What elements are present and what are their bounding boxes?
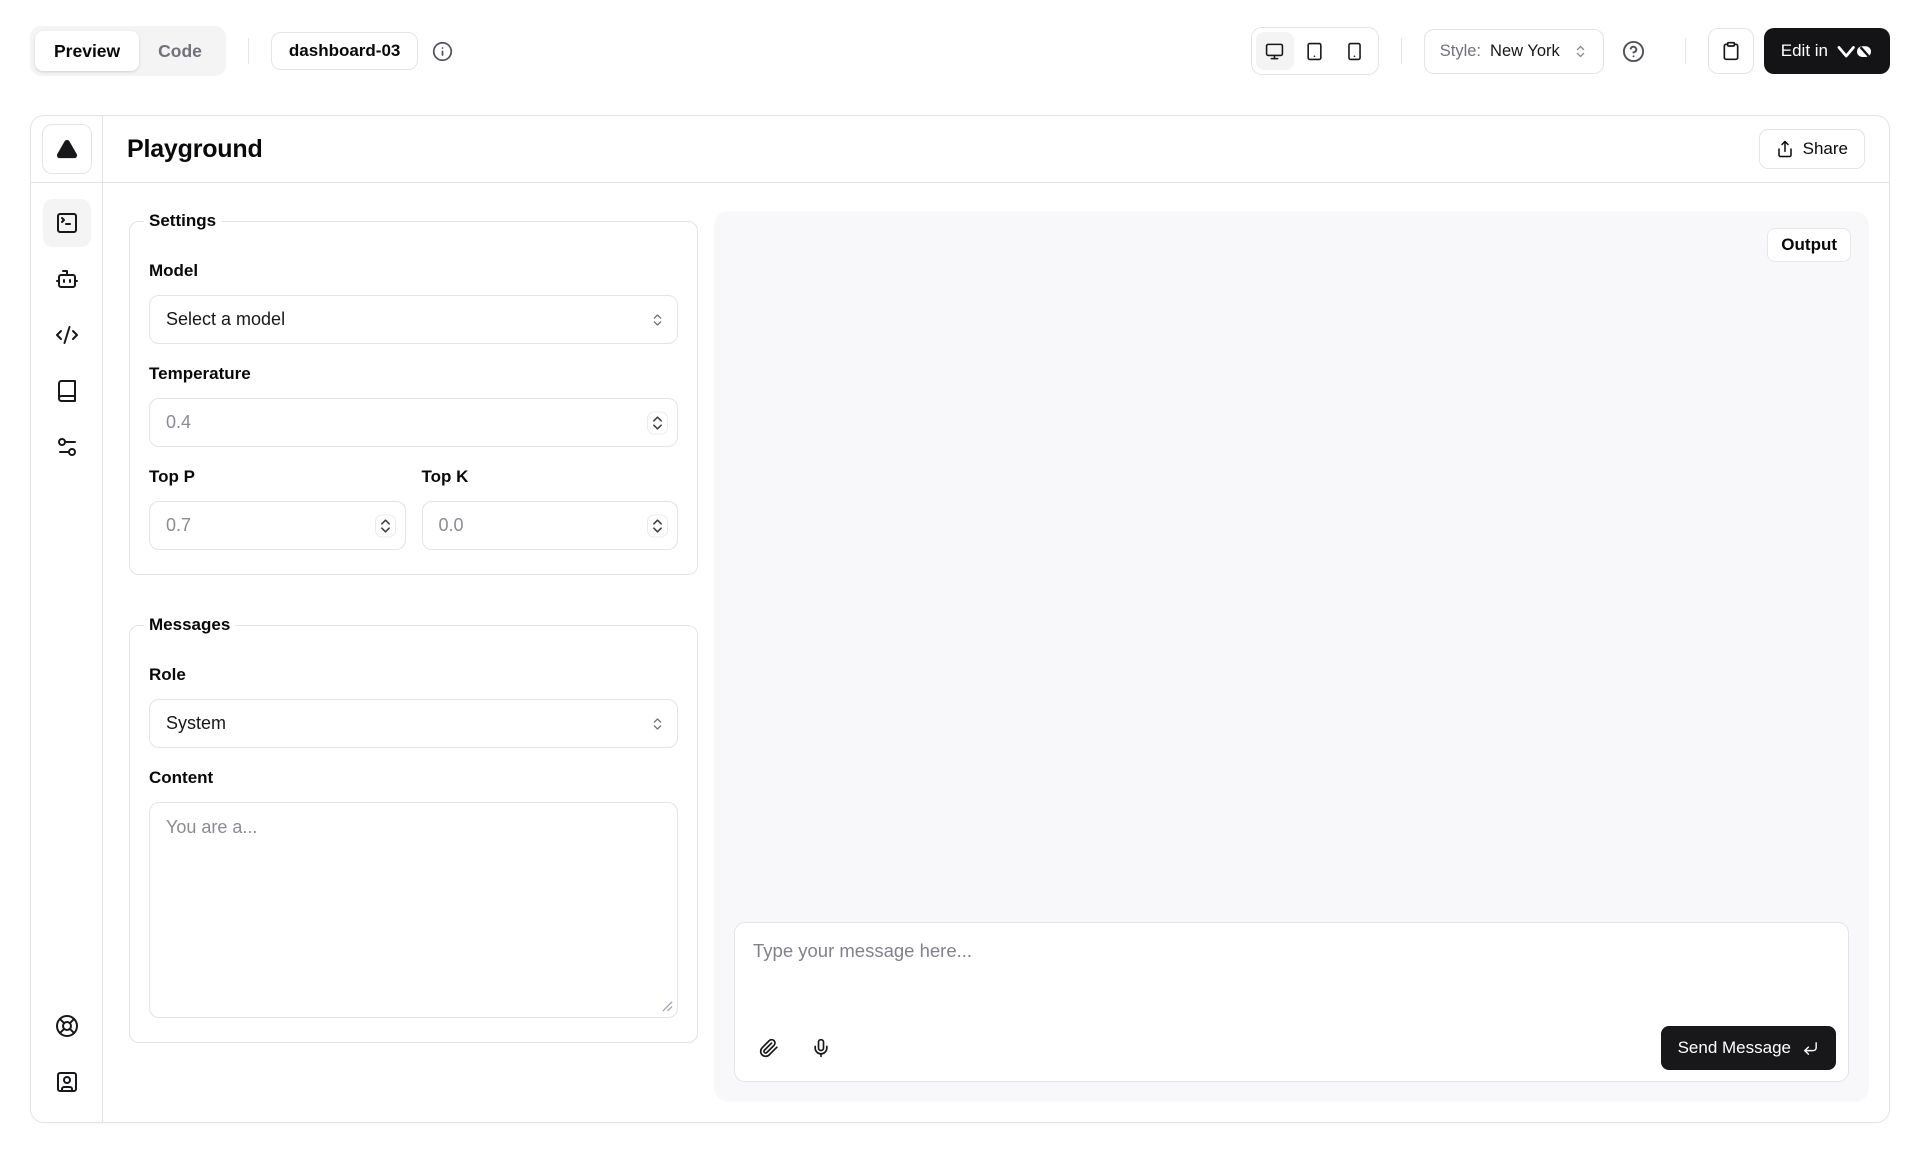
top-k-label: Top K	[422, 467, 679, 487]
life-buoy-icon	[55, 1014, 79, 1038]
chevrons-up-down-icon	[650, 312, 665, 327]
style-select-label: Style:	[1440, 42, 1481, 61]
mic-icon	[811, 1038, 831, 1058]
help-icon[interactable]	[1622, 40, 1645, 63]
role-select-value: System	[166, 713, 226, 734]
chat-message-input[interactable]	[735, 923, 1848, 1015]
copy-code-button[interactable]	[1708, 28, 1754, 74]
settings-sliders-icon	[55, 435, 79, 459]
settings-form: Settings Model Select a model Temperatur…	[129, 211, 698, 1102]
tablet-view-button[interactable]	[1296, 32, 1334, 70]
chat-form: Send Message	[734, 922, 1849, 1082]
send-message-label: Send Message	[1678, 1038, 1791, 1058]
sidebar-item-documentation[interactable]	[43, 367, 91, 415]
playground-app-card: Playground Share Settings Model Select a…	[30, 115, 1890, 1123]
top-p-input[interactable]	[149, 501, 406, 550]
content-textarea[interactable]	[149, 802, 678, 1018]
messages-legend: Messages	[144, 615, 235, 635]
chevrons-up-down-icon	[650, 716, 665, 731]
settings-legend: Settings	[144, 211, 221, 231]
sidebar-nav-bottom	[31, 1002, 102, 1122]
model-select-value: Select a model	[166, 309, 285, 330]
share-button-label: Share	[1803, 139, 1848, 159]
model-label: Model	[149, 261, 678, 281]
output-panel: Output Send Message	[714, 211, 1869, 1102]
tab-code[interactable]: Code	[139, 31, 221, 71]
edit-in-v0-button[interactable]: Edit in	[1764, 28, 1890, 74]
device-toggle-group	[1251, 27, 1379, 75]
output-badge: Output	[1767, 228, 1851, 262]
sidebar-item-api[interactable]	[43, 311, 91, 359]
sidebar-logo-section	[31, 116, 102, 183]
role-label: Role	[149, 665, 678, 685]
book-icon	[55, 379, 79, 403]
attach-file-button[interactable]	[747, 1026, 791, 1070]
microphone-button[interactable]	[799, 1026, 843, 1070]
sidebar-item-account[interactable]	[43, 1058, 91, 1106]
temperature-label: Temperature	[149, 364, 678, 384]
style-select[interactable]: Style: New York	[1424, 29, 1604, 74]
app-main: Settings Model Select a model Temperatur…	[103, 183, 1889, 1122]
share-button[interactable]: Share	[1759, 129, 1865, 169]
block-name-badge: dashboard-03	[271, 32, 418, 70]
send-message-button[interactable]: Send Message	[1661, 1026, 1836, 1070]
tablet-icon	[1305, 42, 1324, 61]
home-logo-button[interactable]	[42, 124, 92, 174]
number-stepper[interactable]	[647, 514, 668, 537]
model-select[interactable]: Select a model	[149, 295, 678, 344]
info-icon[interactable]	[432, 41, 453, 62]
divider	[1685, 38, 1686, 64]
v0-logo-icon	[1837, 43, 1873, 60]
divider	[248, 38, 249, 64]
edit-in-v0-label: Edit in	[1781, 41, 1828, 61]
share-icon	[1776, 140, 1794, 158]
tab-preview[interactable]: Preview	[35, 31, 139, 71]
preview-code-tab-group: Preview Code	[30, 26, 226, 76]
corner-down-left-icon	[1802, 1040, 1819, 1057]
sidebar-item-settings[interactable]	[43, 423, 91, 471]
content-label: Content	[149, 768, 678, 788]
triangle-logo-icon	[56, 138, 78, 160]
number-stepper[interactable]	[647, 411, 668, 434]
sidebar-item-models[interactable]	[43, 255, 91, 303]
settings-fieldset: Settings Model Select a model Temperatur…	[129, 211, 698, 575]
app-sidebar	[31, 116, 103, 1122]
app-header: Playground Share	[103, 116, 1889, 183]
temperature-input[interactable]	[149, 398, 678, 447]
paperclip-icon	[759, 1038, 779, 1058]
top-k-input[interactable]	[422, 501, 679, 550]
page-title: Playground	[127, 135, 263, 164]
square-terminal-icon	[55, 211, 79, 235]
messages-fieldset: Messages Role System Content	[129, 615, 698, 1043]
sidebar-nav	[31, 183, 102, 1002]
square-user-icon	[55, 1070, 79, 1094]
desktop-view-button[interactable]	[1256, 32, 1294, 70]
chevrons-up-down-icon	[1573, 44, 1588, 59]
divider	[1401, 38, 1402, 64]
smartphone-icon	[1345, 42, 1364, 61]
top-p-label: Top P	[149, 467, 406, 487]
sidebar-item-help[interactable]	[43, 1002, 91, 1050]
clipboard-icon	[1721, 41, 1741, 61]
code-icon	[55, 323, 79, 347]
preview-toolbar: Preview Code dashboard-03 Style: New Yor…	[0, 0, 1920, 115]
sidebar-item-playground[interactable]	[43, 199, 91, 247]
role-select[interactable]: System	[149, 699, 678, 748]
bot-icon	[55, 267, 79, 291]
mobile-view-button[interactable]	[1336, 32, 1374, 70]
monitor-icon	[1265, 42, 1284, 61]
number-stepper[interactable]	[375, 514, 396, 537]
style-select-value: New York	[1490, 42, 1560, 61]
